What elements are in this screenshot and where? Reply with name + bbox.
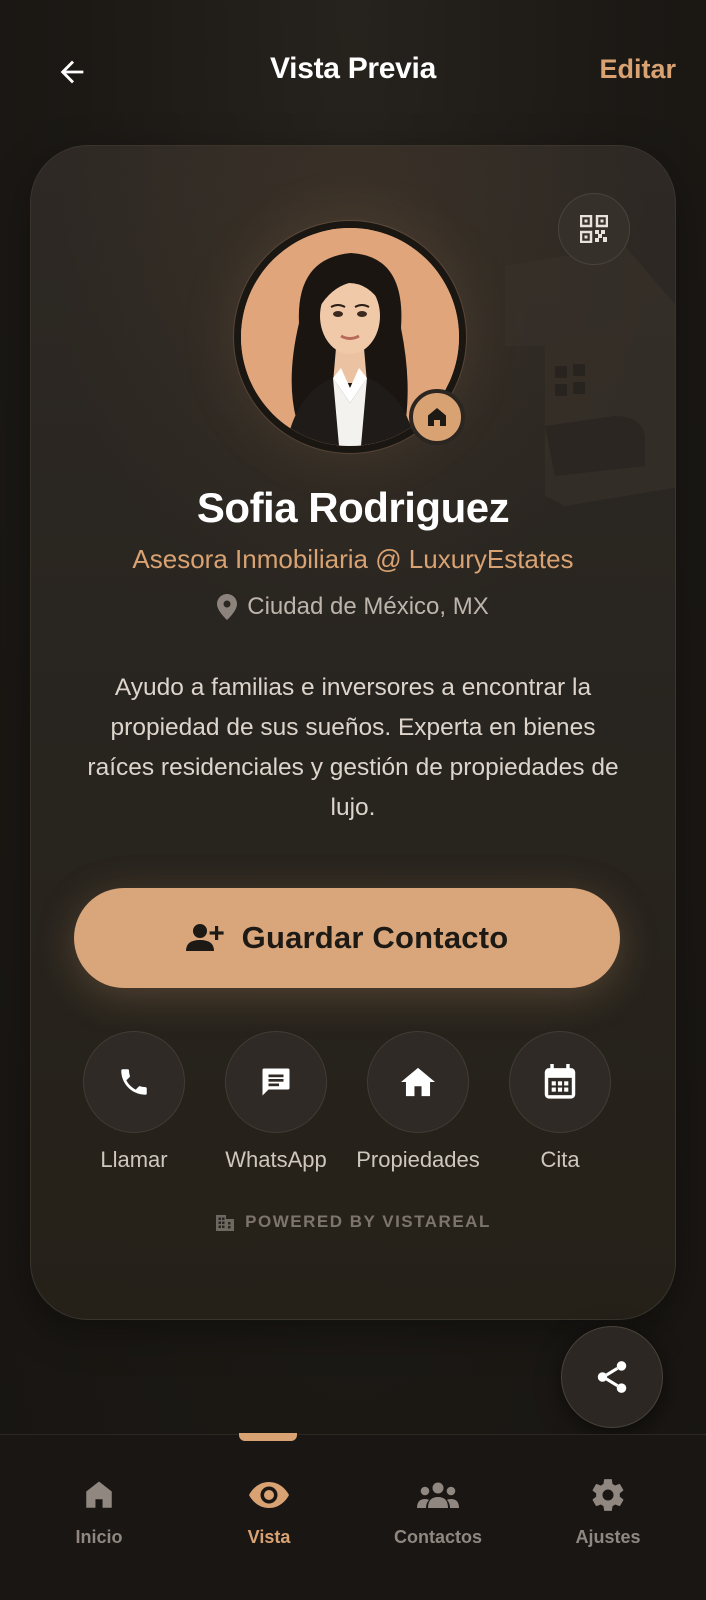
powered-by: POWERED BY VISTAREAL: [31, 1212, 675, 1232]
qr-code-button[interactable]: [558, 193, 630, 265]
gear-icon: [592, 1479, 624, 1511]
appointment-button[interactable]: [509, 1031, 611, 1133]
home-icon: [428, 408, 446, 426]
share-icon: [597, 1361, 627, 1393]
action-label: WhatsApp: [225, 1147, 327, 1172]
whatsapp-button[interactable]: [225, 1031, 327, 1133]
location-pin-icon: [217, 594, 238, 620]
chat-icon: [262, 1068, 290, 1096]
group-icon: [417, 1482, 459, 1508]
action-label: Propiedades: [356, 1147, 480, 1172]
profile-location: Ciudad de México, MX: [31, 593, 675, 621]
top-bar: Vista Previa Editar: [0, 0, 706, 145]
nav-label: Inicio: [75, 1527, 123, 1547]
nav-label: Ajustes: [575, 1527, 641, 1547]
call-button[interactable]: [83, 1031, 185, 1133]
bottom-navigation: Inicio Vista Contactos Ajustes: [0, 1433, 706, 1600]
action-whatsapp[interactable]: WhatsApp: [206, 1031, 346, 1173]
profile-card: Sofia Rodriguez Asesora Inmobiliaria @ L…: [30, 145, 676, 1320]
realtor-badge: [409, 389, 465, 445]
nav-item-vista[interactable]: Vista: [189, 1475, 349, 1548]
quick-actions: Llamar WhatsApp Propiedades Cita: [31, 1031, 675, 1173]
house-watermark-icon: [505, 246, 675, 506]
eye-icon: [249, 1482, 289, 1508]
app-root: Vista Previa Editar Sofia Rodriguez Ases…: [0, 0, 706, 1600]
location-text: Ciudad de México, MX: [247, 593, 489, 620]
nav-item-contactos[interactable]: Contactos: [358, 1475, 518, 1548]
home-icon: [401, 1067, 435, 1097]
qr-code-icon: [580, 215, 608, 243]
profile-bio: Ayudo a familias e inversores a encontra…: [87, 674, 619, 821]
phone-icon: [121, 1069, 147, 1095]
action-call[interactable]: Llamar: [64, 1031, 204, 1173]
active-tab-indicator: [239, 1433, 297, 1441]
person-add-icon: [185, 924, 224, 951]
profile-name: Sofia Rodriguez: [196, 484, 510, 531]
calendar-icon: [544, 1064, 576, 1099]
nav-item-ajustes[interactable]: Ajustes: [528, 1475, 688, 1548]
home-icon: [86, 1481, 112, 1508]
nav-label: Contactos: [393, 1527, 482, 1547]
action-label: Cita: [540, 1147, 580, 1172]
action-properties[interactable]: Propiedades: [348, 1031, 488, 1173]
powered-by-text: POWERED BY VISTAREAL: [245, 1212, 491, 1231]
nav-label: Vista: [247, 1527, 291, 1547]
action-label: Llamar: [100, 1147, 168, 1172]
nav-item-inicio[interactable]: Inicio: [19, 1475, 179, 1548]
edit-button[interactable]: Editar: [599, 54, 676, 85]
building-icon: [216, 1215, 235, 1231]
properties-button[interactable]: [367, 1031, 469, 1133]
save-contact-label: Guardar Contacto: [241, 920, 509, 955]
save-contact-button[interactable]: Guardar Contacto: [74, 888, 620, 988]
profile-role: Asesora Inmobiliaria @ LuxuryEstates: [132, 544, 574, 574]
share-button[interactable]: [561, 1326, 663, 1428]
action-appointment[interactable]: Cita: [490, 1031, 630, 1173]
